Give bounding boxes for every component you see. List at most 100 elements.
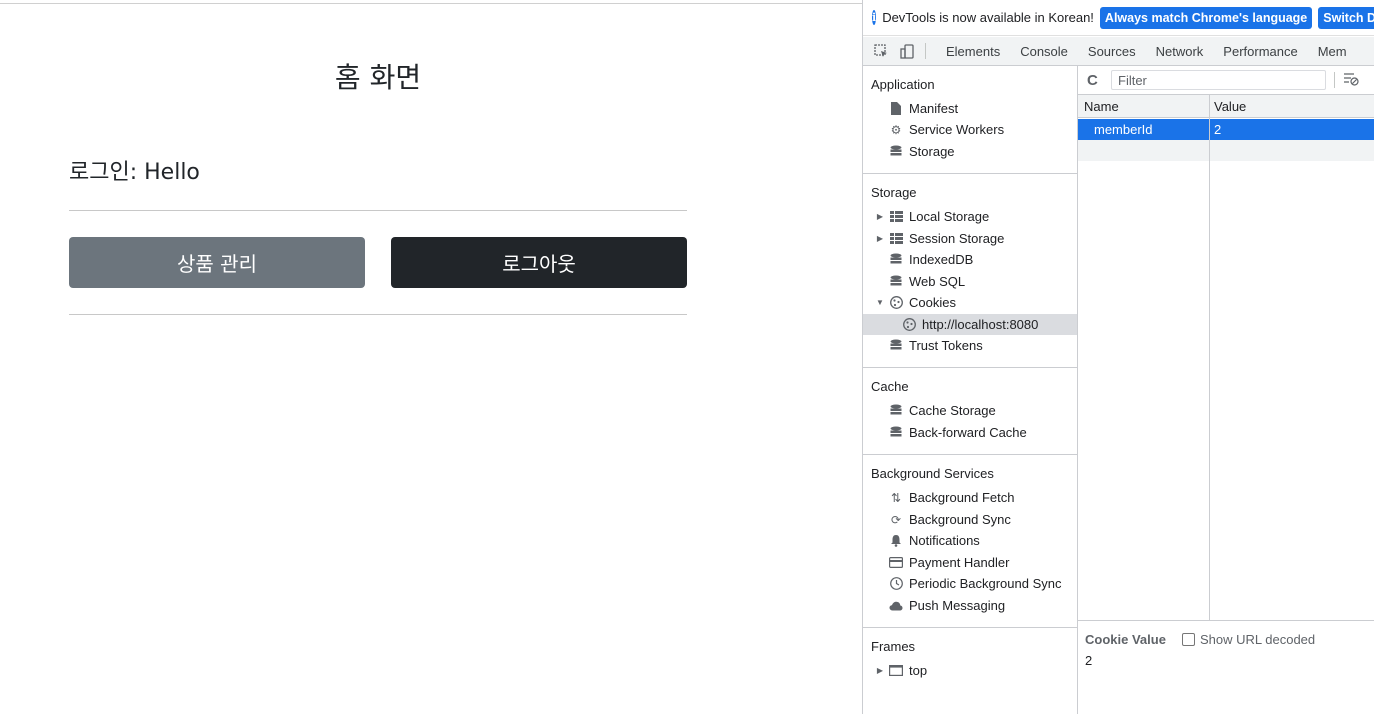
cookies-toolbar: C Filter <box>1078 66 1374 95</box>
section-frames: Frames <box>871 639 916 654</box>
cookie-value-panel: Cookie Value Show URL decoded 2 <box>1078 620 1374 714</box>
sidebar-item-manifest[interactable]: Manifest <box>863 98 1077 119</box>
section-application: Application <box>871 77 935 92</box>
up-down-arrows-icon: ⇅ <box>890 490 902 505</box>
product-manage-button[interactable]: 상품 관리 <box>69 237 365 288</box>
cloud-icon <box>889 599 903 613</box>
clear-filtered-cookies-icon[interactable] <box>1343 72 1359 89</box>
sidebar-item-label: Manifest <box>909 101 959 116</box>
database-icon <box>889 404 903 418</box>
devtools-panel: i DevTools is now available in Korean! A… <box>862 0 1374 714</box>
column-header-name[interactable]: Name <box>1084 99 1119 114</box>
expand-arrow-icon[interactable]: ▶ <box>875 212 885 221</box>
cookies-pane: C Filter Name Value memberId 2 Cookie Va… <box>1078 66 1374 714</box>
divider <box>863 173 1077 174</box>
tab-performance[interactable]: Performance <box>1213 44 1307 59</box>
tab-network[interactable]: Network <box>1146 44 1214 59</box>
sidebar-item-websql[interactable]: Web SQL <box>863 271 1077 292</box>
sidebar-item-label: Service Workers <box>909 122 1005 137</box>
sidebar-item-label: Cookies <box>909 295 956 310</box>
cookies-table-header: Name Value <box>1078 95 1374 118</box>
sidebar-item-indexeddb[interactable]: IndexedDB <box>863 249 1077 270</box>
sidebar-item-label: Background Sync <box>909 512 1011 527</box>
sidebar-item-background-sync[interactable]: ⟳ Background Sync <box>863 509 1077 530</box>
grid-icon <box>889 210 903 224</box>
sync-icon: ⟳ <box>890 512 902 527</box>
cookie-value-text: 2 <box>1085 653 1093 668</box>
refresh-icon[interactable]: C <box>1087 72 1103 89</box>
inspect-element-icon[interactable] <box>873 43 889 59</box>
sidebar-item-cache-storage[interactable]: Cache Storage <box>863 400 1077 421</box>
tab-sources[interactable]: Sources <box>1078 44 1146 59</box>
device-toolbar-icon[interactable] <box>899 43 915 59</box>
switch-language-button[interactable]: Switch D <box>1318 6 1374 29</box>
document-icon <box>889 102 903 116</box>
sidebar-item-label: Background Fetch <box>909 490 1015 505</box>
filter-input[interactable]: Filter <box>1111 70 1326 90</box>
divider <box>863 454 1077 455</box>
toolbar-separator <box>1334 72 1335 88</box>
section-cache: Cache <box>871 379 909 394</box>
infobar-message: DevTools is now available in Korean! <box>882 10 1094 25</box>
bell-icon <box>889 534 903 548</box>
sidebar-item-label: Back-forward Cache <box>909 425 1027 440</box>
divider <box>69 314 687 315</box>
sidebar-item-label: Web SQL <box>909 274 966 289</box>
tab-memory[interactable]: Mem <box>1308 44 1357 59</box>
page-title: 홈 화면 <box>334 61 422 94</box>
sidebar-item-payment-handler[interactable]: Payment Handler <box>863 552 1077 573</box>
show-url-decoded-toggle[interactable]: Show URL decoded <box>1182 632 1315 647</box>
column-header-value[interactable]: Value <box>1214 99 1246 114</box>
web-page: 홈 화면 로그인: Hello 상품 관리 로그아웃 <box>0 3 862 714</box>
sidebar-item-push-messaging[interactable]: Push Messaging <box>863 595 1077 616</box>
grid-icon <box>889 232 903 246</box>
sidebar-item-session-storage[interactable]: ▶ Session Storage <box>863 228 1077 249</box>
cookie-icon <box>902 318 916 332</box>
sidebar-item-cookies[interactable]: ▼ Cookies <box>863 292 1077 313</box>
sidebar-item-label: top <box>909 663 928 678</box>
frame-icon <box>889 664 903 678</box>
sidebar-item-label: Storage <box>909 144 955 159</box>
sidebar-item-label: Payment Handler <box>909 555 1010 570</box>
sidebar-item-label: Push Messaging <box>909 598 1006 613</box>
sidebar-item-cookie-origin[interactable]: http://localhost:8080 <box>863 314 1077 335</box>
cookie-icon <box>889 296 903 310</box>
sidebar-item-notifications[interactable]: Notifications <box>863 530 1077 551</box>
logout-button[interactable]: 로그아웃 <box>391 237 687 288</box>
checkbox[interactable] <box>1182 633 1195 646</box>
database-icon <box>889 275 903 289</box>
sidebar-item-back-forward-cache[interactable]: Back-forward Cache <box>863 422 1077 443</box>
sidebar-item-label: Notifications <box>909 533 980 548</box>
sidebar-item-local-storage[interactable]: ▶ Local Storage <box>863 206 1077 227</box>
cookie-name-cell: memberId <box>1094 122 1153 137</box>
credit-card-icon <box>889 556 903 570</box>
sidebar-item-label: Cache Storage <box>909 403 996 418</box>
login-status: 로그인: Hello <box>69 160 200 185</box>
collapse-arrow-icon[interactable]: ▼ <box>875 298 885 307</box>
sidebar-item-service-workers[interactable]: ⚙ Service Workers <box>863 119 1077 140</box>
sidebar-item-label: Session Storage <box>909 231 1005 246</box>
database-icon <box>889 253 903 267</box>
sidebar-item-background-fetch[interactable]: ⇅ Background Fetch <box>863 487 1077 508</box>
match-language-button[interactable]: Always match Chrome's language <box>1099 6 1313 29</box>
sidebar-item-label: Periodic Background Sync <box>909 576 1062 591</box>
cookie-value-label: Cookie Value <box>1085 632 1166 647</box>
table-row[interactable]: memberId 2 <box>1078 119 1374 140</box>
cookie-value-cell: 2 <box>1214 122 1222 137</box>
devtools-tabbar: Elements Console Sources Network Perform… <box>863 37 1374 66</box>
table-row-empty[interactable] <box>1078 140 1374 161</box>
sidebar-item-trust-tokens[interactable]: Trust Tokens <box>863 335 1077 356</box>
tab-elements[interactable]: Elements <box>936 44 1010 59</box>
expand-arrow-icon[interactable]: ▶ <box>875 666 885 675</box>
expand-arrow-icon[interactable]: ▶ <box>875 234 885 243</box>
sidebar-item-label: IndexedDB <box>909 252 974 267</box>
tab-console[interactable]: Console <box>1010 44 1078 59</box>
sidebar-item-storage[interactable]: Storage <box>863 141 1077 162</box>
section-background-services: Background Services <box>871 466 994 481</box>
sidebar-item-periodic-background-sync[interactable]: Periodic Background Sync <box>863 573 1077 594</box>
info-icon: i <box>872 10 877 25</box>
divider <box>863 367 1077 368</box>
divider <box>69 210 687 211</box>
sidebar-item-frame-top[interactable]: ▶ top <box>863 660 1077 681</box>
column-divider <box>1209 95 1210 620</box>
